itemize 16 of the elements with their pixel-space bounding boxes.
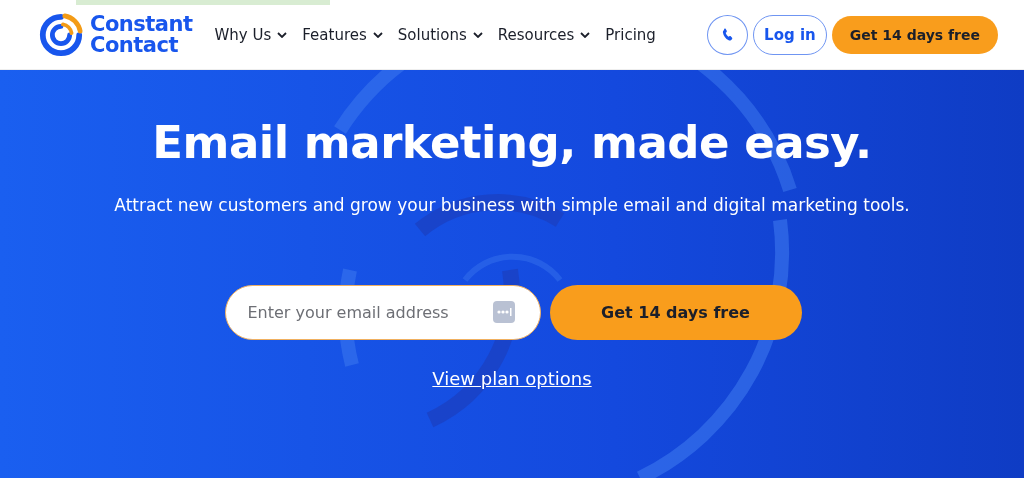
free-trial-button[interactable]: Get 14 days free — [549, 285, 802, 340]
email-field[interactable]: Enter your email address — [224, 285, 541, 340]
hero-subtitle: Attract new customers and grow your business with simple email and digital marketing tools. — [114, 195, 910, 215]
nav-menu[interactable]: Features — [302, 25, 383, 44]
phone-button[interactable] — [707, 14, 749, 55]
login-button[interactable]: Log in — [753, 14, 827, 55]
logo-text[interactable]: Constant Contact — [90, 13, 193, 56]
plan-options-link[interactable]: View plan options — [432, 368, 592, 389]
free-trial-button[interactable]: Get 14 days free — [831, 15, 998, 54]
hero-title: Email marketing, made easy. — [152, 116, 872, 169]
nav-menu[interactable]: Solutions — [397, 25, 483, 44]
nav-menu[interactable]: Resources — [497, 25, 591, 44]
logo-icon — [38, 11, 84, 58]
nav-menu[interactable]: Why Us — [214, 25, 288, 44]
password-manager-icon — [492, 301, 515, 323]
nav-link[interactable]: Pricing — [605, 25, 656, 44]
